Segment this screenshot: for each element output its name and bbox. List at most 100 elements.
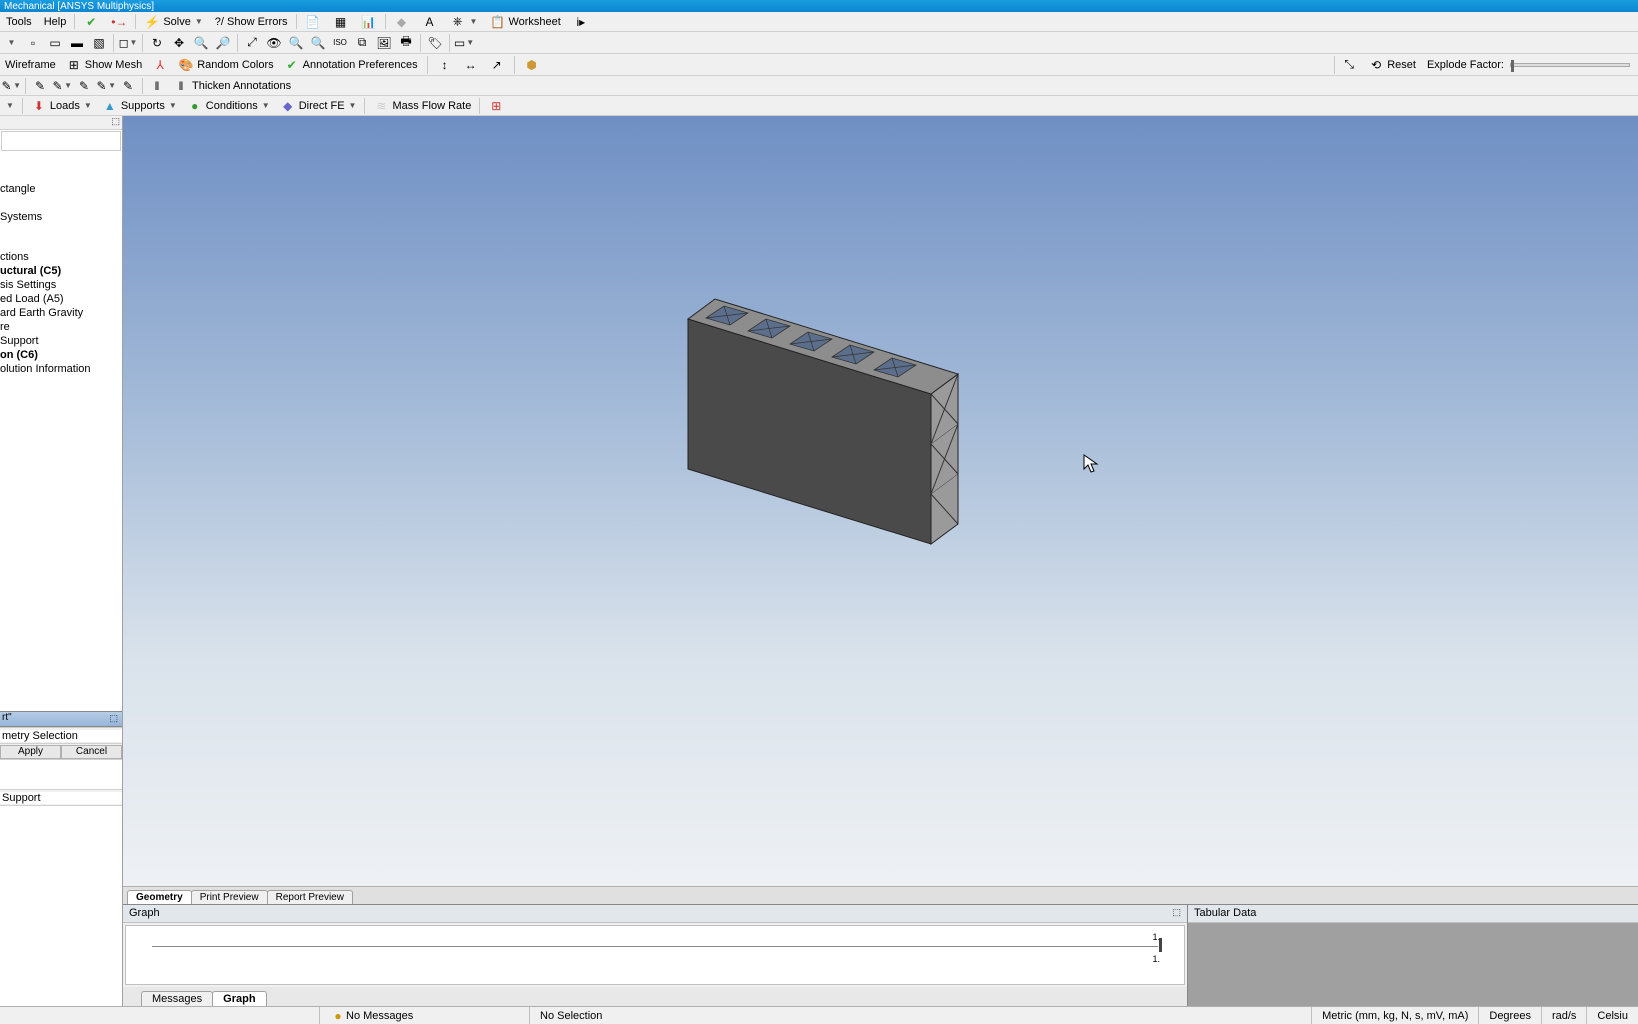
outline-tree[interactable]: ctangle Systems ctions uctural (C5) sis … bbox=[0, 152, 122, 711]
pin-icon[interactable]: ⬚ bbox=[111, 116, 120, 127]
tree-node[interactable]: ed Load (A5) bbox=[0, 292, 122, 306]
dropdown-icon: ▼ bbox=[6, 101, 14, 110]
edge-3-button[interactable]: ✎▼ bbox=[52, 76, 72, 96]
tb-btn-4[interactable]: ◆ bbox=[388, 12, 416, 31]
size-button[interactable]: ‖ bbox=[147, 76, 167, 96]
menu-tools[interactable]: Tools bbox=[0, 12, 38, 31]
boxzoom-button[interactable]: 🔎 bbox=[213, 33, 233, 53]
pin-icon[interactable]: ⬚ bbox=[109, 713, 118, 724]
title-bar: Mechanical [ANSYS Multiphysics] bbox=[0, 0, 1638, 12]
step-icon: •→ bbox=[111, 14, 127, 30]
outline-filter-input[interactable] bbox=[1, 131, 121, 151]
tabular-body[interactable] bbox=[1188, 923, 1638, 1006]
mesh-toggle-button[interactable]: ⅄ bbox=[147, 57, 173, 73]
zoom-button[interactable]: 🔍 bbox=[191, 33, 211, 53]
tree-label: olution Information bbox=[0, 363, 91, 375]
vertex-select-button[interactable]: ▫ bbox=[23, 33, 43, 53]
check-button[interactable]: ✔ bbox=[77, 12, 105, 31]
fit-button[interactable]: ⤢ bbox=[242, 33, 262, 53]
solve-label: Solve bbox=[163, 16, 191, 28]
tree-node[interactable]: ctions bbox=[0, 250, 122, 264]
edge-1-button[interactable]: ✎▼ bbox=[1, 76, 21, 96]
assembly-button[interactable]: ⬢ bbox=[519, 57, 545, 73]
bc-button[interactable]: ⊞ bbox=[483, 98, 509, 114]
rotate-button[interactable]: ↻ bbox=[147, 33, 167, 53]
menu-help[interactable]: Help bbox=[38, 12, 73, 31]
tabular-header: Tabular Data bbox=[1188, 905, 1638, 923]
zoomall-button[interactable]: 🔍 bbox=[286, 33, 306, 53]
tree-node[interactable]: Systems bbox=[0, 210, 122, 224]
tree-node[interactable]: re bbox=[0, 320, 122, 334]
random-colors-button[interactable]: 🎨Random Colors bbox=[173, 57, 278, 73]
selinfo-button[interactable]: i▸ bbox=[567, 12, 595, 31]
annotation-prefs-button[interactable]: ✔Annotation Preferences bbox=[279, 57, 423, 73]
tb-btn-3[interactable]: 📊 bbox=[355, 12, 383, 31]
image-button[interactable]: 🖼 bbox=[374, 33, 394, 53]
edge-2-button[interactable]: ✎ bbox=[30, 76, 50, 96]
tb-btn-5[interactable]: A bbox=[416, 12, 444, 31]
tree-node[interactable]: olution Information bbox=[0, 362, 122, 376]
apply-button[interactable]: Apply bbox=[0, 745, 61, 759]
tab-geometry[interactable]: Geometry bbox=[127, 890, 192, 904]
tb-btn-1[interactable]: 📄 bbox=[299, 12, 327, 31]
select-mode-button[interactable]: ▼ bbox=[1, 33, 21, 53]
tree-node[interactable]: uctural (C5) bbox=[0, 264, 122, 278]
tree-node[interactable]: Support bbox=[0, 334, 122, 348]
tab-messages[interactable]: Messages bbox=[141, 991, 213, 1006]
env-button[interactable]: ▼ bbox=[0, 101, 19, 110]
tb-btn-6[interactable]: ⎈▼ bbox=[444, 12, 484, 31]
tree-node[interactable]: ctangle bbox=[0, 182, 122, 196]
explode-factor-label: Explode Factor: bbox=[1427, 59, 1504, 71]
pin-icon[interactable]: ⬚ bbox=[1172, 907, 1181, 918]
axis-x-button[interactable]: ↕ bbox=[432, 57, 458, 73]
tab-report-preview[interactable]: Report Preview bbox=[267, 890, 353, 904]
conditions-button[interactable]: ●Conditions▼ bbox=[182, 98, 275, 114]
tab-print-preview[interactable]: Print Preview bbox=[191, 890, 268, 904]
tree-node[interactable]: sis Settings bbox=[0, 278, 122, 292]
cancel-button[interactable]: Cancel bbox=[61, 745, 122, 759]
views-button[interactable]: ⧉ bbox=[352, 33, 372, 53]
loads-button[interactable]: ⬇Loads▼ bbox=[26, 98, 97, 114]
print-button[interactable]: 🖶 bbox=[396, 33, 416, 53]
lookat-button[interactable]: 👁 bbox=[264, 33, 284, 53]
solve-button[interactable]: ⚡Solve▼ bbox=[138, 12, 208, 31]
face-select-button[interactable]: ▬ bbox=[67, 33, 87, 53]
clip-button[interactable]: ▭▼ bbox=[454, 33, 474, 53]
edge-4-button[interactable]: ✎ bbox=[74, 76, 94, 96]
tree-node[interactable]: ard Earth Gravity bbox=[0, 306, 122, 320]
reset-button[interactable]: ⟲Reset bbox=[1363, 57, 1421, 73]
edge-6-button[interactable]: ✎ bbox=[118, 76, 138, 96]
axis-y-button[interactable]: ↔ bbox=[458, 57, 484, 73]
wireframe-button[interactable]: Wireframe bbox=[0, 59, 61, 71]
axis-z-button[interactable]: ↗ bbox=[484, 57, 510, 73]
graph-canvas[interactable]: 1. 1. bbox=[125, 925, 1185, 985]
snap-icon: ⎈ bbox=[450, 14, 466, 30]
tab-graph[interactable]: Graph bbox=[212, 991, 266, 1006]
show-errors-button[interactable]: ?/ Show Errors bbox=[209, 12, 294, 31]
pencil-icon: ✎ bbox=[32, 78, 48, 94]
show-mesh-button[interactable]: ⊞Show Mesh bbox=[61, 57, 147, 73]
status-selection: No Selection bbox=[530, 1007, 1312, 1024]
pan-button[interactable]: ✥ bbox=[169, 33, 189, 53]
thicken-button[interactable]: ‖Thicken Annotations bbox=[168, 78, 296, 94]
edge-select-button[interactable]: ▭ bbox=[45, 33, 65, 53]
iso-button[interactable]: ISO bbox=[330, 33, 350, 53]
detail-scope-value[interactable]: metry Selection bbox=[0, 730, 122, 742]
explode-slider[interactable] bbox=[1510, 63, 1630, 67]
supports-button[interactable]: ▲Supports▼ bbox=[97, 98, 182, 114]
worksheet-icon: 📋 bbox=[489, 14, 505, 30]
direct-fe-button[interactable]: ◆Direct FE▼ bbox=[275, 98, 362, 114]
worksheet-button[interactable]: 📋Worksheet bbox=[483, 12, 566, 31]
prev-view-button[interactable]: 🔍 bbox=[308, 33, 328, 53]
body-select-button[interactable]: ▧ bbox=[89, 33, 109, 53]
viewport-3d[interactable]: + bbox=[123, 116, 1638, 886]
tick-label-top: 1. bbox=[1152, 932, 1160, 942]
edge-5-button[interactable]: ✎▼ bbox=[96, 76, 116, 96]
step-button[interactable]: •→ bbox=[105, 12, 133, 31]
tree-node[interactable]: on (C6) bbox=[0, 348, 122, 362]
status-rads-text: rad/s bbox=[1552, 1010, 1576, 1022]
explode-icon[interactable]: ⤡ bbox=[1341, 57, 1357, 73]
tb-btn-2[interactable]: ▦ bbox=[327, 12, 355, 31]
tag-button[interactable]: 🏷 bbox=[425, 33, 445, 53]
box-select-button[interactable]: ◻▼ bbox=[118, 33, 138, 53]
